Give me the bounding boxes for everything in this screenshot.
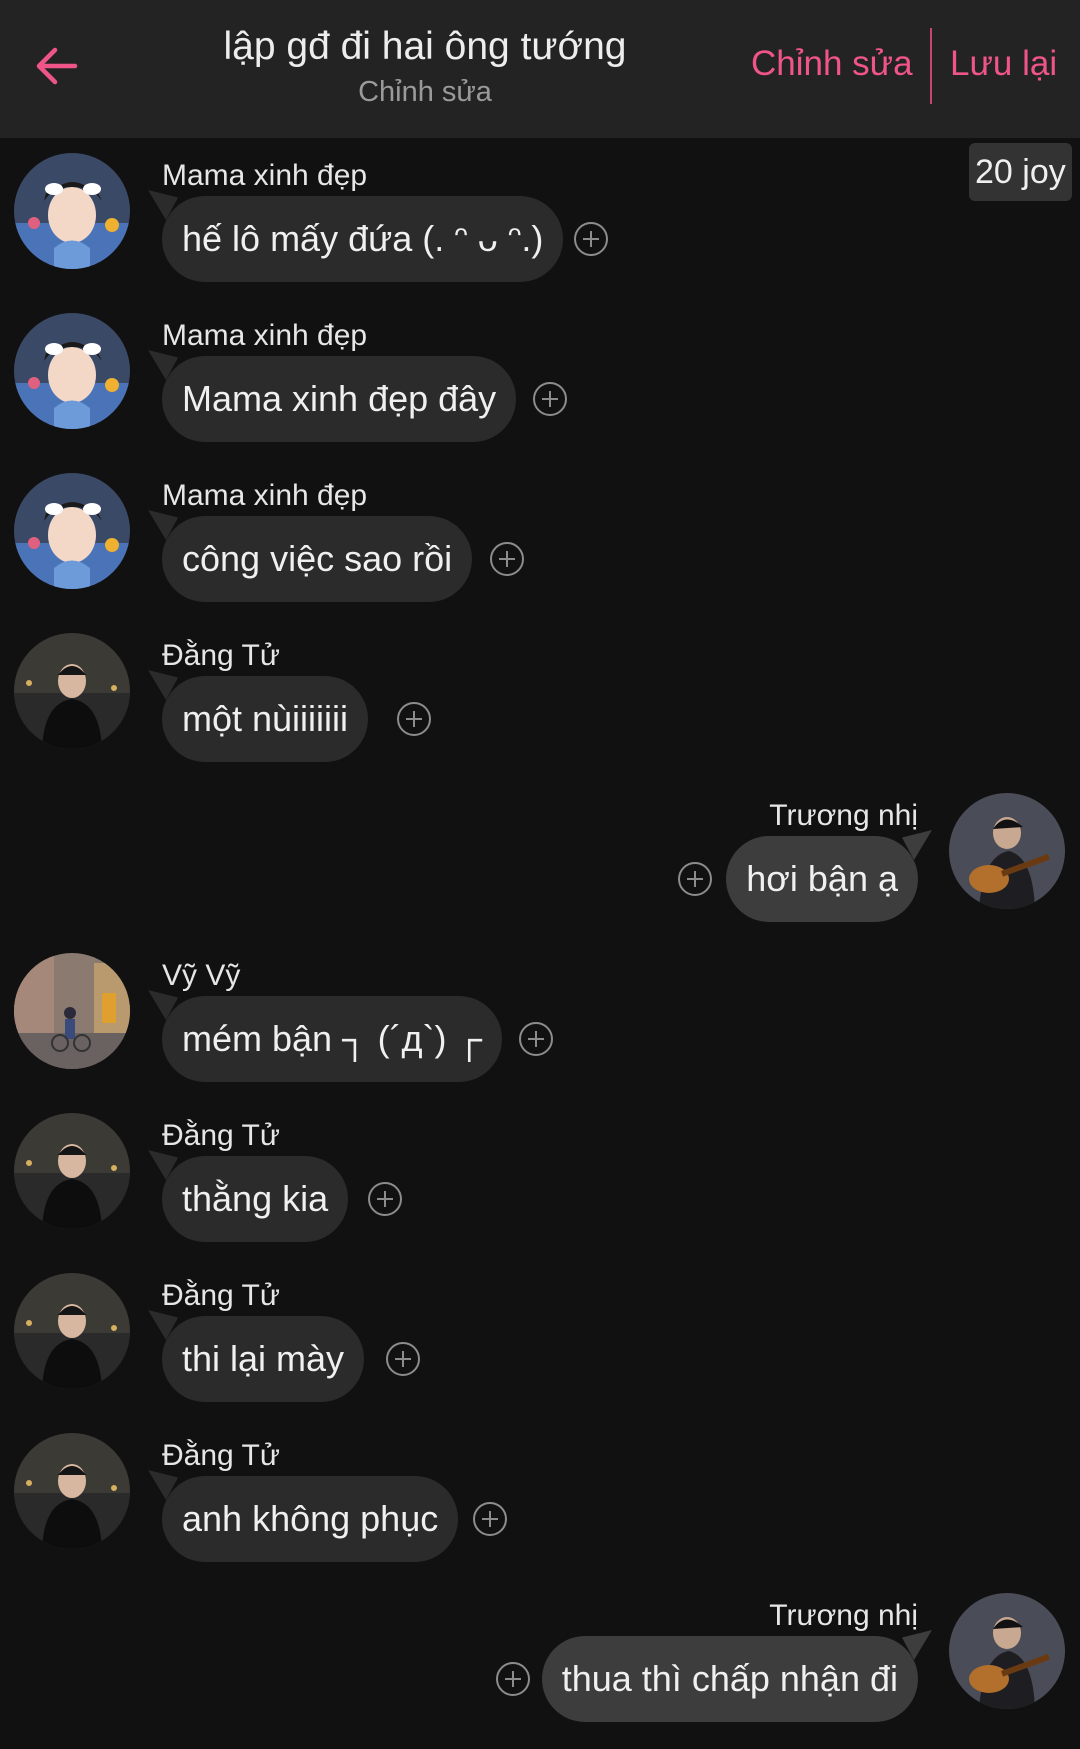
message-text: thua thì chấp nhận đi — [561, 1658, 898, 1699]
message-text: hế lô mấy đứa (. ᵔ ᴗ ᵔ.) — [182, 218, 544, 259]
bubble-tail — [148, 1470, 178, 1500]
message-bubble[interactable]: thằng kia — [148, 1150, 349, 1242]
bubble-tail — [148, 1310, 178, 1340]
bubble-tail — [902, 1630, 932, 1660]
message-bubble[interactable]: thi lại mày — [148, 1310, 365, 1402]
sender-name: Đằng Tử — [162, 1119, 280, 1152]
avatar-mama-xinh-dep[interactable] — [14, 153, 130, 269]
bubble-tail — [148, 350, 178, 380]
back-arrow-icon — [36, 47, 78, 85]
avatar-dang-tu[interactable] — [14, 1113, 130, 1229]
sender-name: Trương nhị — [769, 1599, 918, 1632]
add-reaction-icon[interactable] — [386, 1342, 420, 1376]
sender-name: Mama xinh đẹp — [162, 319, 368, 352]
sender-name: Đằng Tử — [162, 1439, 280, 1472]
save-button[interactable]: Lưu lại — [950, 44, 1057, 84]
sender-name: Trương nhị — [769, 799, 918, 832]
sender-name: Đằng Tử — [162, 639, 280, 672]
message-bubble[interactable]: mém bận ┐ (´д`) ┌ — [148, 990, 503, 1082]
avatar-dang-tu[interactable] — [14, 1433, 130, 1549]
page-subtitle: Chỉnh sửa — [358, 76, 492, 108]
add-reaction-icon[interactable] — [397, 702, 431, 736]
add-reaction-icon[interactable] — [473, 1502, 507, 1536]
sender-name: Vỹ Vỹ — [162, 959, 241, 992]
bubble-tail — [148, 670, 178, 700]
message-text: thằng kia — [182, 1178, 329, 1219]
sender-name: Mama xinh đẹp — [162, 159, 368, 192]
page-title: lập gđ đi hai ông tướng — [223, 25, 627, 68]
avatar-dang-tu[interactable] — [14, 633, 130, 749]
message-bubble[interactable]: anh không phục — [148, 1470, 459, 1562]
chat-header: lập gđ đi hai ông tướng Chỉnh sửa Chỉnh … — [0, 0, 1080, 138]
add-reaction-icon[interactable] — [678, 862, 712, 896]
add-reaction-icon[interactable] — [490, 542, 524, 576]
message-bubble[interactable]: thua thì chấp nhận đi — [541, 1630, 932, 1722]
bubble-tail — [148, 1150, 178, 1180]
sender-name: Đằng Tử — [162, 1279, 280, 1312]
sender-name: Mama xinh đẹp — [162, 479, 368, 512]
message-bubble[interactable]: công việc sao rồi — [148, 510, 473, 602]
message-text: mém bận ┐ (´д`) ┌ — [182, 1018, 483, 1059]
bubble-tail — [148, 510, 178, 540]
message-text: một nùiiiiiii — [182, 698, 349, 739]
avatar-mama-xinh-dep[interactable] — [14, 473, 130, 589]
message-bubble[interactable]: hế lô mấy đứa (. ᵔ ᴗ ᵔ.) — [148, 190, 564, 282]
avatar-dang-tu[interactable] — [14, 1273, 130, 1389]
avatar-vy-vy[interactable] — [14, 953, 130, 1069]
message-bubble[interactable]: Mama xinh đẹp đây — [148, 350, 517, 442]
avatar-truong-nhi[interactable] — [949, 793, 1065, 909]
message-text: Mama xinh đẹp đây — [182, 378, 497, 419]
add-reaction-icon[interactable] — [496, 1662, 530, 1696]
edit-button[interactable]: Chỉnh sửa — [751, 44, 913, 84]
bubble-tail — [148, 190, 178, 220]
header-divider — [930, 28, 932, 104]
avatar-truong-nhi[interactable] — [949, 1593, 1065, 1709]
add-reaction-icon[interactable] — [519, 1022, 553, 1056]
add-reaction-icon[interactable] — [574, 222, 608, 256]
bubble-tail — [902, 830, 932, 860]
message-text: công việc sao rồi — [182, 538, 453, 579]
add-reaction-icon[interactable] — [533, 382, 567, 416]
message-bubble[interactable]: hơi bận ạ — [726, 830, 932, 922]
message-text: hơi bận ạ — [746, 858, 898, 899]
add-reaction-icon[interactable] — [368, 1182, 402, 1216]
avatar-mama-xinh-dep[interactable] — [14, 313, 130, 429]
title-block: lập gđ đi hai ông tướng Chỉnh sửa — [160, 22, 690, 109]
back-button[interactable] — [30, 40, 82, 92]
joy-badge: 20 joy — [969, 143, 1072, 201]
message-bubble[interactable]: một nùiiiiiii — [148, 670, 369, 762]
message-text: thi lại mày — [182, 1338, 345, 1379]
message-text: anh không phục — [182, 1498, 439, 1539]
bubble-tail — [148, 990, 178, 1020]
